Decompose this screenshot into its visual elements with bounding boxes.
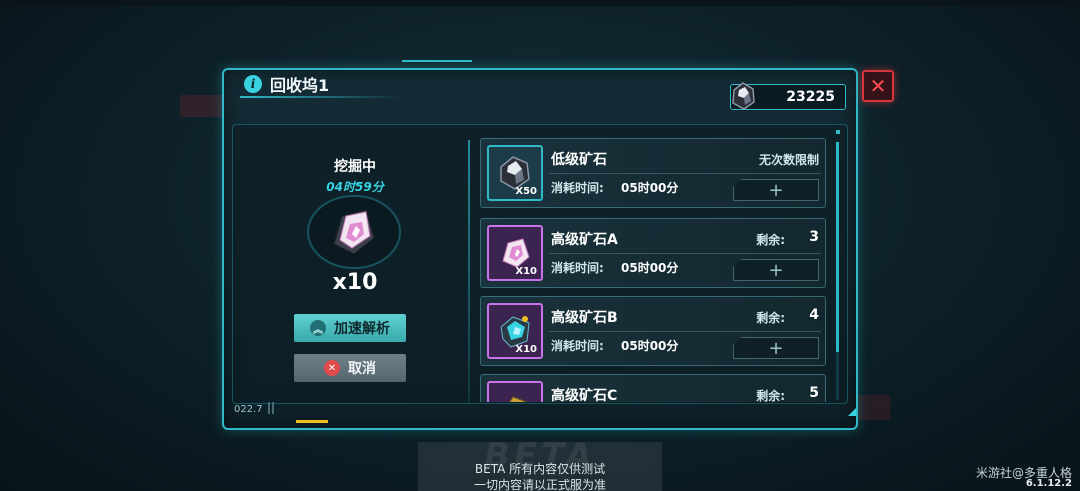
beta-line-1: BETA 所有内容仅供测试 (474, 462, 606, 476)
cancel-button[interactable]: ✕ 取消 (294, 354, 406, 382)
remain-value: 4 (809, 307, 819, 323)
ore-thumb: X50 (487, 145, 543, 201)
list-scrollbar[interactable] (836, 142, 839, 400)
ore-name: 高级矿石A (551, 232, 618, 248)
info-icon[interactable]: i (244, 75, 262, 93)
ore-name: 低级矿石 (551, 152, 607, 168)
column-divider (468, 140, 470, 402)
ore-limit: 无次数限制 (758, 153, 819, 167)
mining-ore-display (306, 194, 402, 270)
currency-value: 23225 (786, 89, 835, 105)
card-separator (549, 331, 821, 332)
ore-name: 高级矿石B (551, 310, 618, 326)
ore-thumb-qty: X50 (515, 186, 537, 197)
cost-label: 消耗时间: (551, 339, 604, 353)
version-label: 6.1.12.2 (1025, 478, 1072, 489)
chevron-up-icon: ︽ (310, 320, 326, 336)
list-item[interactable]: 高级矿石C 剩余: 5 (480, 374, 826, 402)
beta-banner: BETA BETA 所有内容仅供测试 一切内容请以正式服为准 (418, 436, 662, 491)
top-band (0, 0, 1080, 6)
cost-value: 05时00分 (621, 261, 679, 275)
mining-status: 挖掘中 (334, 159, 376, 175)
add-button[interactable]: + (733, 179, 819, 201)
add-button[interactable]: + (733, 259, 819, 281)
remain-label: 剩余: (756, 311, 785, 325)
panel-corner-mark (848, 408, 856, 416)
panel-header: i 回收坞1 (244, 72, 329, 96)
page-indicator (296, 420, 328, 423)
list-item[interactable]: X10 高级矿石B 剩余: 4 消耗时间: 05时00分 + (480, 296, 826, 366)
accelerate-label: 加速解析 (334, 321, 390, 337)
coord-readout: 022.7 (234, 404, 263, 415)
plus-icon: + (768, 337, 784, 359)
mining-ore-quantity: x10 (332, 270, 378, 295)
gold-ore-icon (509, 396, 528, 402)
panel-notch (402, 60, 472, 66)
card-separator (549, 173, 821, 174)
cost-label: 消耗时间: (551, 181, 604, 195)
cancel-label: 取消 (348, 361, 376, 377)
ore-thumb-qty: X10 (515, 344, 537, 355)
plus-icon: + (768, 179, 784, 201)
cost-value: 05时00分 (621, 181, 679, 195)
ore-name: 高级矿石C (551, 388, 618, 402)
accelerate-button[interactable]: ︽ 加速解析 (294, 314, 406, 342)
card-separator (549, 253, 821, 254)
close-button[interactable]: ✕ (862, 70, 894, 102)
remain-value: 5 (809, 385, 819, 401)
remain-value: 3 (809, 229, 819, 245)
dark-ore-icon (732, 82, 755, 110)
ore-thumb (487, 381, 543, 402)
close-circle-icon: ✕ (324, 360, 340, 376)
pink-ore-icon (307, 195, 401, 269)
ore-thumb-qty: X10 (515, 266, 537, 277)
panel-title: 回收坞1 (270, 76, 330, 95)
cost-label: 消耗时间: (551, 261, 604, 275)
list-item[interactable]: X50 低级矿石 无次数限制 消耗时间: 05时00分 + (480, 138, 826, 208)
coord-divider (268, 402, 274, 414)
mining-time-remaining: 04时59分 (326, 180, 384, 194)
add-button[interactable]: + (733, 337, 819, 359)
title-underline (240, 96, 400, 98)
list-item[interactable]: X10 高级矿石A 剩余: 3 消耗时间: 05时00分 + (480, 218, 826, 288)
remain-label: 剩余: (756, 233, 785, 247)
beta-line-2: 一切内容请以正式服为准 (473, 478, 606, 491)
remain-label: 剩余: (756, 389, 785, 402)
ore-thumb: X10 (487, 303, 543, 359)
close-icon: ✕ (869, 74, 887, 98)
scroll-indicator-dot (836, 130, 840, 134)
scrollbar-thumb[interactable] (836, 142, 839, 352)
cost-value: 05时00分 (621, 339, 679, 353)
ore-list[interactable]: X50 低级矿石 无次数限制 消耗时间: 05时00分 + X10 高级矿石A … (480, 138, 828, 402)
plus-icon: + (768, 259, 784, 281)
ore-thumb: X10 (487, 225, 543, 281)
